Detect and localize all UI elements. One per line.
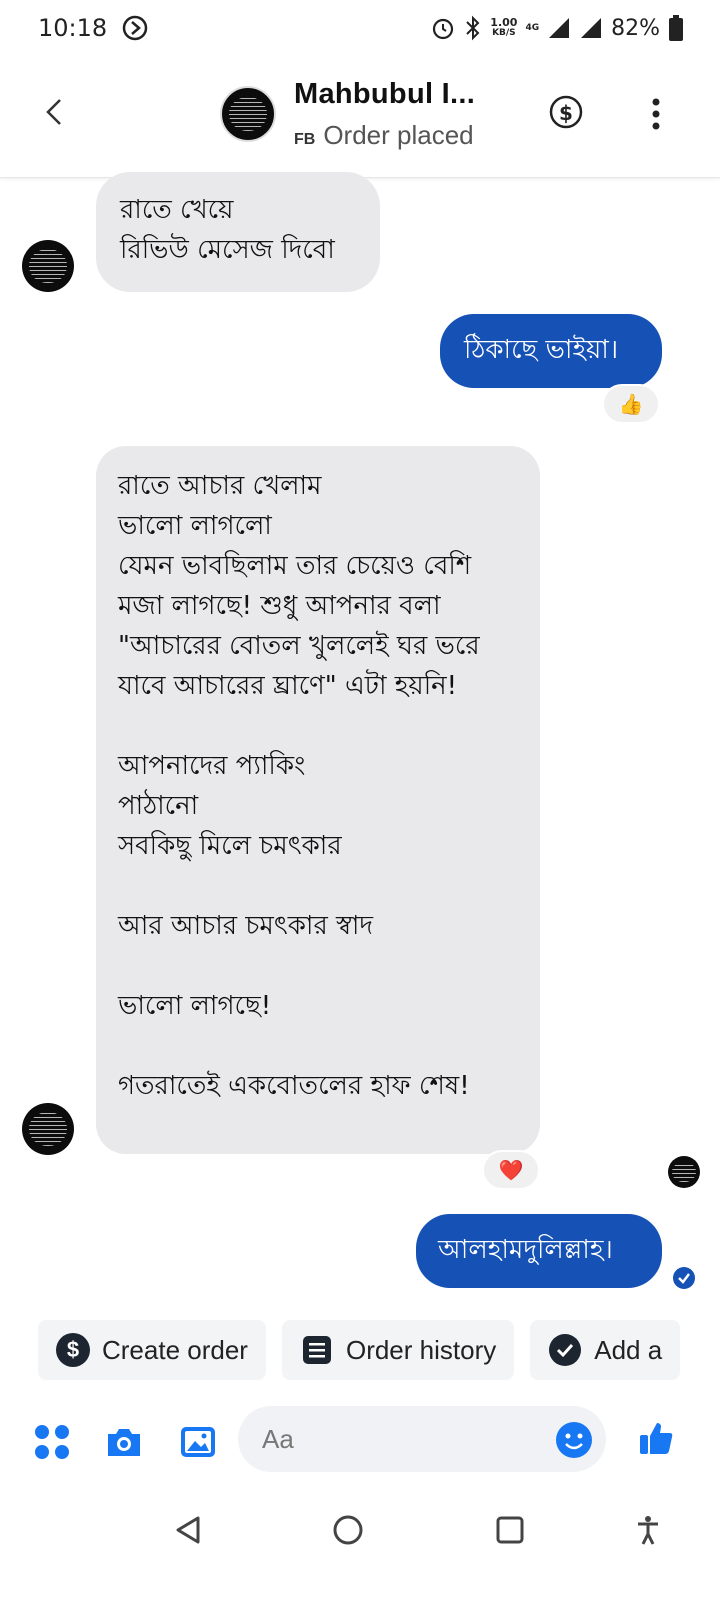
message-line: সবকিছু মিলে চমৎকার xyxy=(118,831,342,861)
quick-actions-row: $ Create order Order history Add a xyxy=(38,1320,681,1380)
message-line: গতরাতেই একবোতলের হাফ শেষ! xyxy=(118,1071,470,1101)
system-nav-bar xyxy=(0,1500,720,1600)
battery-icon xyxy=(669,15,683,41)
message-line: রিভিউ মেসেজ দিবো xyxy=(120,235,335,265)
thumbs-up-reaction-icon: 👍 xyxy=(618,392,644,416)
message-line xyxy=(118,706,540,746)
message-line xyxy=(118,946,540,986)
order-status: Order placed xyxy=(323,120,474,150)
message-line: ভালো লাগলো xyxy=(118,511,272,541)
message-input[interactable]: Aa xyxy=(238,1406,606,1472)
delivered-check-icon xyxy=(673,1267,695,1289)
nav-back-icon[interactable] xyxy=(170,1512,206,1548)
like-icon[interactable] xyxy=(636,1418,676,1458)
emoji-icon[interactable] xyxy=(554,1420,594,1460)
create-order-label: Create order xyxy=(102,1334,248,1365)
status-bar: 10:18 1.00 KB/S 4G 82% xyxy=(0,0,720,56)
signal-icon xyxy=(549,18,570,38)
message-line: রাতে আচার খেলাম xyxy=(118,471,322,501)
message-line: "আচারের বোতল খুললেই ঘর ভরে xyxy=(118,631,480,661)
message-line: যাবে আচারের ঘ্রাণে" এটা হয়নি! xyxy=(118,671,458,701)
message-line: আপনাদের প্যাকিং xyxy=(118,751,306,781)
media-play-icon xyxy=(122,15,148,41)
heart-reaction-icon: ❤️ xyxy=(498,1158,524,1182)
message-line xyxy=(118,866,540,906)
message-bubble-outgoing[interactable]: আলহামদুলিল্লাহ। xyxy=(416,1214,662,1288)
message-composer: Aa xyxy=(0,1406,720,1476)
network-speed: 1.00 KB/S xyxy=(490,16,518,38)
svg-text:$: $ xyxy=(559,101,573,125)
message-line: পাঠানো xyxy=(118,791,199,821)
gallery-icon[interactable] xyxy=(178,1422,218,1462)
message-line: আলহামদুলিল্লাহ। xyxy=(438,1235,613,1265)
apps-grid-icon[interactable] xyxy=(32,1422,72,1462)
read-receipt-avatar xyxy=(668,1156,700,1188)
alarm-icon xyxy=(433,18,454,40)
nav-home-icon[interactable] xyxy=(330,1512,366,1548)
network-type: 4G xyxy=(525,23,540,33)
message-bubble-incoming[interactable]: রাতে খেয়ে রিভিউ মেসেজ দিবো xyxy=(96,172,380,292)
message-line: ভালো লাগছে! xyxy=(118,991,272,1021)
source-tag: FB xyxy=(294,131,316,148)
sender-avatar[interactable] xyxy=(22,240,74,292)
add-action-button[interactable]: Add a xyxy=(530,1320,681,1380)
clock: 10:18 xyxy=(38,14,108,42)
message-line: মজা লাগছে! শুধু আপনার বলা xyxy=(118,591,441,621)
message-bubble-incoming[interactable]: রাতে আচার খেলাম ভালো লাগলো যেমন ভাবছিলাম… xyxy=(96,446,540,1154)
message-line: ঠিকাছে ভাইয়া। xyxy=(464,335,619,365)
message-line xyxy=(118,1026,540,1066)
dollar-icon[interactable]: $ xyxy=(548,94,584,130)
reaction-badge[interactable]: ❤️ xyxy=(482,1150,540,1190)
back-arrow-icon[interactable] xyxy=(36,92,76,132)
create-order-button[interactable]: $ Create order xyxy=(38,1320,266,1380)
nav-recents-icon[interactable] xyxy=(492,1512,528,1548)
message-line: আর আচার চমৎকার স্বাদ xyxy=(118,911,374,941)
chat-header: Mahbubul I... FB Order placed $ xyxy=(0,56,720,178)
order-history-button[interactable]: Order history xyxy=(281,1320,515,1380)
message-bubble-outgoing[interactable]: ঠিকাছে ভাইয়া। xyxy=(440,314,662,388)
accessibility-icon[interactable] xyxy=(630,1512,666,1548)
bluetooth-icon xyxy=(466,15,480,41)
contact-avatar[interactable] xyxy=(220,86,276,142)
contact-name[interactable]: Mahbubul I... xyxy=(294,78,475,111)
check-icon xyxy=(549,1334,582,1366)
message-line: যেমন ভাবছিলাম তার চেয়েও বেশি xyxy=(118,551,472,581)
message-line: রাতে খেয়ে xyxy=(120,195,234,225)
list-icon xyxy=(302,1336,331,1364)
order-history-label: Order history xyxy=(345,1334,497,1365)
more-options-icon[interactable] xyxy=(650,94,662,134)
dollar-icon: $ xyxy=(56,1333,90,1367)
signal-icon-2 xyxy=(581,18,602,38)
reaction-badge[interactable]: 👍 xyxy=(602,384,660,424)
add-action-label: Add a xyxy=(594,1334,663,1365)
camera-icon[interactable] xyxy=(104,1422,144,1462)
contact-subtitle: FB Order placed xyxy=(294,120,474,151)
battery-percent: 82% xyxy=(611,15,660,41)
sender-avatar[interactable] xyxy=(22,1103,74,1155)
